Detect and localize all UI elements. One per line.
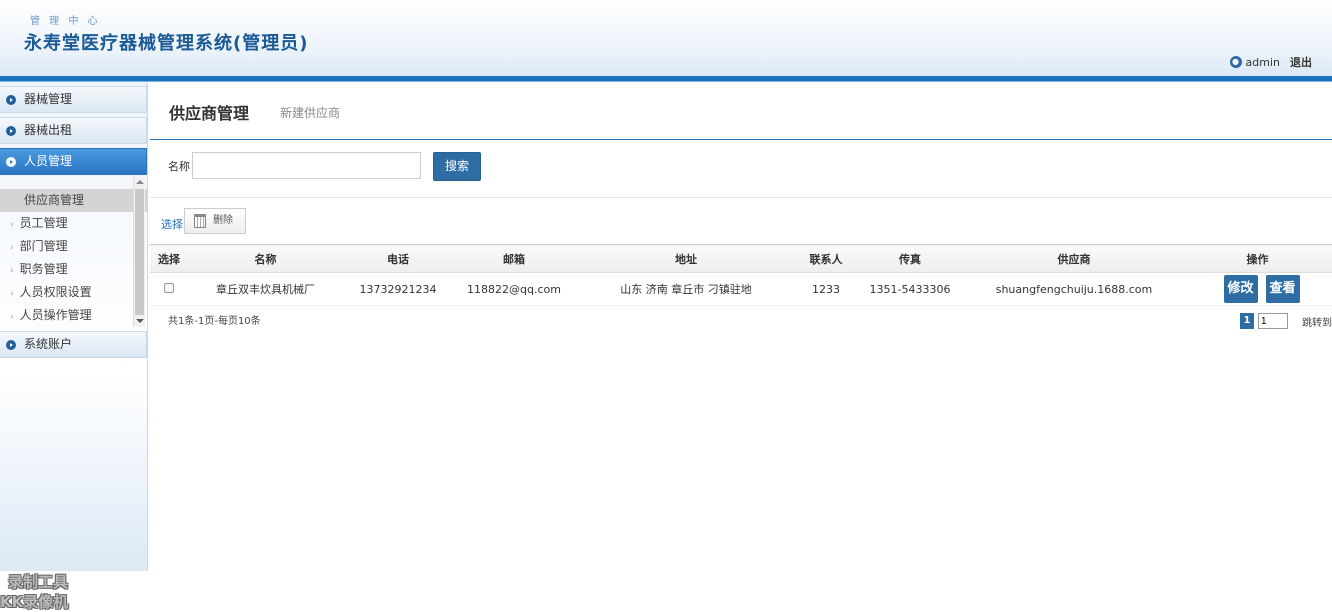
scroll-down-icon[interactable] xyxy=(136,319,144,323)
main-content: 供应商管理 新建供应商 名称 搜索 选择 删除 选择 名称 电话 邮箱 地址 联… xyxy=(150,82,1332,571)
chevron-right-icon: › xyxy=(10,266,14,276)
table-header-row: 选择 名称 电话 邮箱 地址 联系人 传真 供应商 操作 xyxy=(150,244,1332,273)
pagination-summary: 共1条-1页-每页10条 xyxy=(168,316,261,327)
page-tabs: 供应商管理 新建供应商 xyxy=(150,82,1332,140)
trash-icon xyxy=(194,214,206,228)
sidebar-item-supplier[interactable]: 供应商管理 xyxy=(0,189,147,212)
menu-system-account[interactable]: 系统账户 xyxy=(0,331,147,358)
user-icon: ● xyxy=(1229,56,1242,68)
col-email: 邮箱 xyxy=(453,244,575,273)
view-button[interactable]: 查看 xyxy=(1265,275,1300,303)
search-bar: 名称 搜索 xyxy=(150,140,1332,198)
scroll-up-icon[interactable] xyxy=(136,180,144,184)
cell-contact: 1233 xyxy=(797,272,855,306)
arrow-circle-icon xyxy=(6,157,16,167)
col-name: 名称 xyxy=(188,244,343,273)
sidebar-item-position[interactable]: › 职务管理 xyxy=(0,258,147,281)
cell-name: 章丘双丰炊具机械厂 xyxy=(188,272,343,306)
chevron-right-icon: › xyxy=(10,312,14,322)
row-checkbox[interactable] xyxy=(164,282,174,293)
supplier-table: 选择 名称 电话 邮箱 地址 联系人 传真 供应商 操作 章丘双丰炊具机械厂 1… xyxy=(150,244,1332,306)
scroll-thumb[interactable] xyxy=(135,189,144,315)
sidebar-item-department[interactable]: › 部门管理 xyxy=(0,235,147,258)
toolbar: 选择 删除 xyxy=(150,198,1332,244)
edit-button[interactable]: 修改 xyxy=(1223,275,1258,303)
chevron-right-icon: › xyxy=(10,220,14,230)
chevron-right-icon: › xyxy=(10,289,14,299)
submenu-scrollbar[interactable] xyxy=(133,177,145,327)
header-subtitle: 管 理 中 心 xyxy=(30,16,101,27)
sidebar: 器械管理 器械出租 人员管理 供应商管理 › 员工管理 › 部门管理 › 职务管理 ›… xyxy=(0,82,148,611)
menu-equipment[interactable]: 器械管理 xyxy=(0,86,147,113)
col-actions: 操作 xyxy=(1183,244,1332,273)
logout-link[interactable]: 退出 xyxy=(1290,54,1312,70)
arrow-circle-icon xyxy=(6,126,16,136)
page-jump-input[interactable] xyxy=(1258,313,1288,329)
col-phone: 电话 xyxy=(343,244,453,273)
search-button[interactable]: 搜索 xyxy=(433,152,481,181)
search-input[interactable] xyxy=(192,152,421,179)
app-header: 管 理 中 心 永寿堂医疗器械管理系统(管理员) ● admin 退出 xyxy=(0,0,1332,76)
col-select: 选择 xyxy=(150,244,188,273)
search-label: 名称 xyxy=(168,160,190,173)
app-title: 永寿堂医疗器械管理系统(管理员) xyxy=(24,33,309,54)
arrow-circle-icon xyxy=(6,340,16,350)
user-area: ● admin 退出 xyxy=(1229,54,1312,70)
menu-personnel[interactable]: 人员管理 xyxy=(0,148,147,175)
col-address: 地址 xyxy=(575,244,797,273)
chevron-right-icon: › xyxy=(10,243,14,253)
jump-to-link[interactable]: 跳转到 xyxy=(1302,314,1332,329)
col-contact: 联系人 xyxy=(797,244,855,273)
cell-fax: 1351-5433306 xyxy=(855,272,965,306)
col-supplier: 供应商 xyxy=(965,244,1183,273)
sidebar-item-permission[interactable]: › 人员权限设置 xyxy=(0,281,147,304)
menu-rental[interactable]: 器械出租 xyxy=(0,117,147,144)
delete-button[interactable]: 删除 xyxy=(184,208,246,234)
col-fax: 传真 xyxy=(855,244,965,273)
row-checkbox-cell xyxy=(150,272,188,306)
arrow-circle-icon xyxy=(6,95,16,105)
pagination: 1 跳转到 xyxy=(1240,313,1332,329)
cell-address: 山东 济南 章丘市 刁镇驻地 xyxy=(575,272,797,306)
personnel-submenu: 供应商管理 › 员工管理 › 部门管理 › 职务管理 › 人员权限设置 › 人员操作管理 xyxy=(0,177,147,327)
cell-supplier: shuangfengchuiju.1688.com xyxy=(965,272,1183,306)
select-link[interactable]: 选择 xyxy=(161,216,183,232)
cell-email: 118822@qq.com xyxy=(453,272,575,306)
tab-supplier-management[interactable]: 供应商管理 xyxy=(169,100,249,124)
page-button[interactable]: 1 xyxy=(1240,313,1254,329)
table-row: 章丘双丰炊具机械厂 13732921234 118822@qq.com 山东 济… xyxy=(150,272,1332,306)
cell-phone: 13732921234 xyxy=(343,272,453,306)
recorder-watermark: 录制工具 KK录像机 xyxy=(0,573,69,611)
sidebar-item-employee[interactable]: › 员工管理 xyxy=(0,212,147,235)
cell-actions: 修改 查看 xyxy=(1183,272,1332,306)
tab-new-supplier[interactable]: 新建供应商 xyxy=(280,104,340,121)
sidebar-item-operation[interactable]: › 人员操作管理 xyxy=(0,304,147,327)
username: admin xyxy=(1245,55,1280,69)
